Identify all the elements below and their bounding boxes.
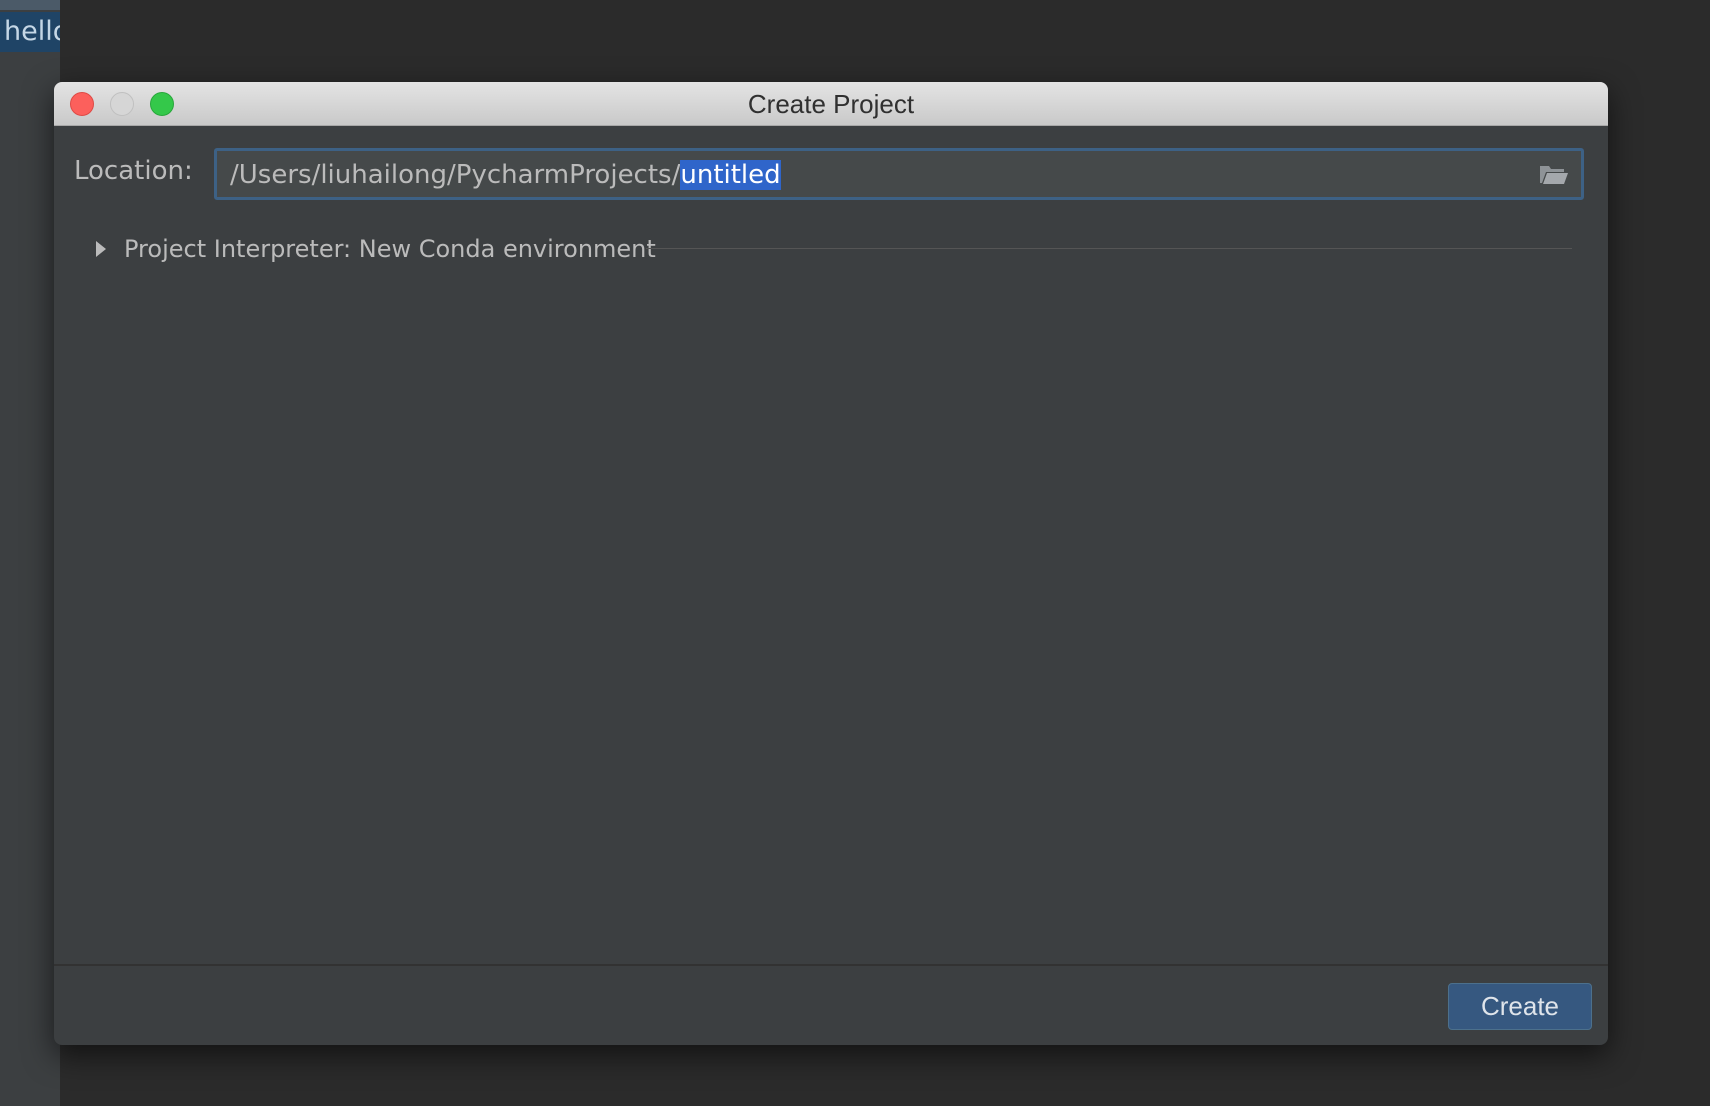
dialog-titlebar: Create Project	[54, 82, 1608, 126]
location-input[interactable]: /Users/liuhailong/PycharmProjects/untitl…	[214, 148, 1584, 200]
interpreter-separator	[646, 248, 1572, 249]
create-project-dialog: Create Project Location: /Users/liuhailo…	[54, 82, 1608, 1045]
project-interpreter-toggle[interactable]: Project Interpreter: New Conda environme…	[124, 232, 656, 266]
create-button[interactable]: Create	[1448, 983, 1592, 1030]
location-label: Location:	[74, 156, 193, 186]
ide-background-topbar	[0, 0, 60, 10]
ide-background-sidebar	[0, 0, 60, 1106]
editor-tab-hello[interactable]: hello	[0, 12, 60, 52]
triangle-right-icon[interactable]	[94, 240, 108, 258]
folder-open-icon[interactable]	[1539, 163, 1569, 185]
dialog-title: Create Project	[747, 89, 915, 119]
location-path-selected: untitled	[680, 160, 781, 190]
location-input-value[interactable]: /Users/liuhailong/PycharmProjects/untitl…	[230, 158, 781, 192]
location-path-prefix: /Users/liuhailong/PycharmProjects/	[230, 160, 681, 190]
footer-divider	[54, 964, 1608, 966]
